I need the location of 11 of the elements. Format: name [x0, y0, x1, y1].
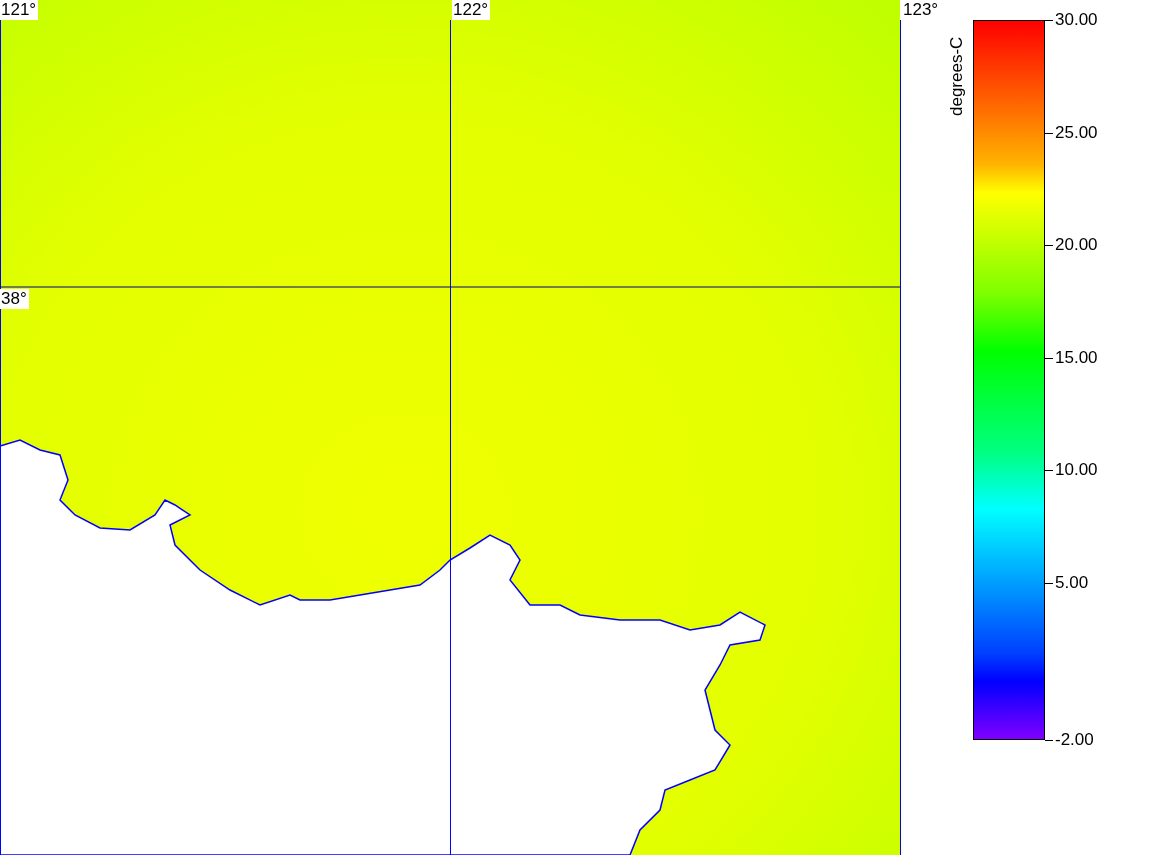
- latitude-label: 38°: [0, 289, 29, 309]
- scale-value: 5.00: [1055, 572, 1089, 593]
- scale-value: -2.00: [1055, 730, 1094, 750]
- longitude-label: 121°: [0, 0, 39, 20]
- scale-value: 10.00: [1055, 460, 1098, 480]
- scale-value: 30.00: [1055, 10, 1098, 30]
- scale-value: 25.00: [1055, 122, 1098, 143]
- longitude-label: 122°: [452, 0, 491, 20]
- scale-value: 15.00: [1055, 347, 1098, 368]
- unit-label: degrees-C: [947, 36, 967, 116]
- scale-value: 20.00: [1055, 235, 1098, 255]
